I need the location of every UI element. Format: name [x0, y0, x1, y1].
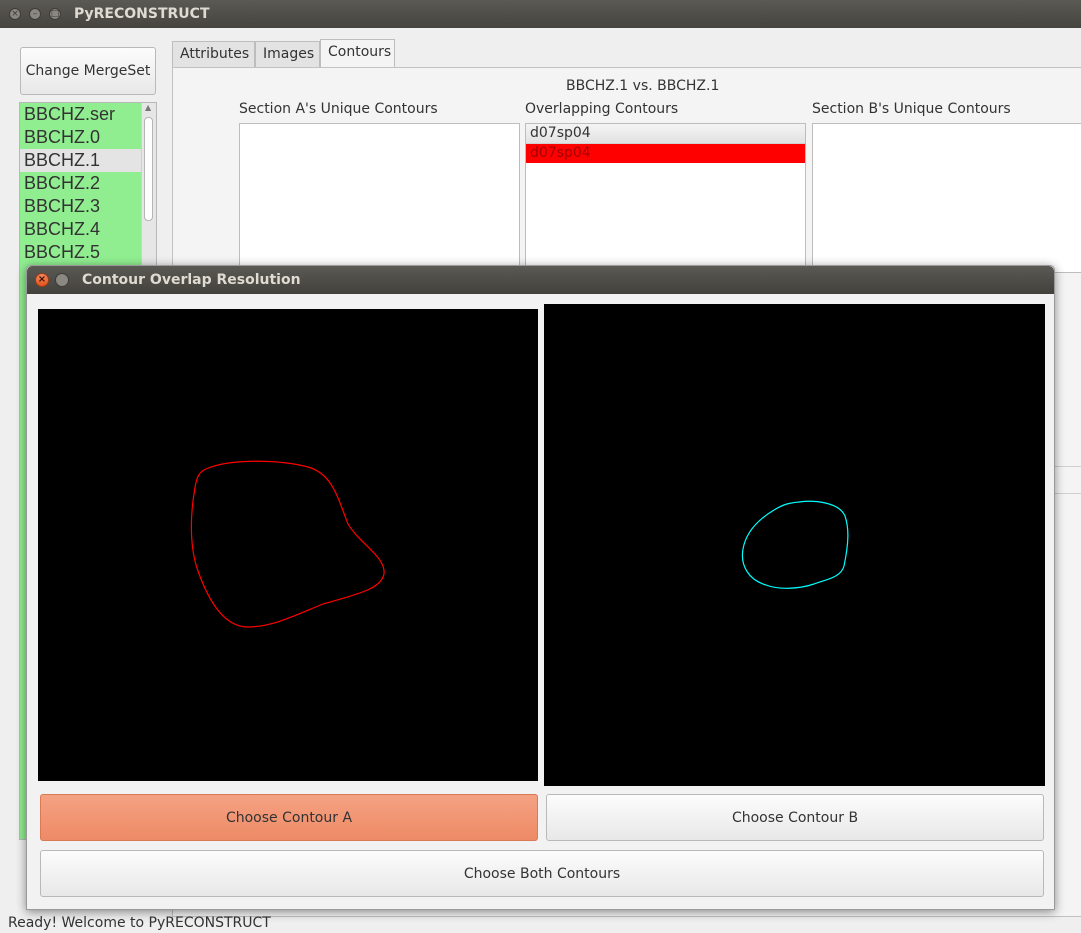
dialog-title: Contour Overlap Resolution	[82, 272, 301, 288]
change-mergeset-button[interactable]: Change MergeSet	[20, 47, 156, 95]
contour-a-drawing	[190, 460, 385, 628]
dialog-titlebar: × Contour Overlap Resolution	[27, 266, 1054, 294]
contour-b-canvas[interactable]	[544, 304, 1045, 786]
window-minimize-icon[interactable]: –	[29, 8, 41, 20]
section-item-selected[interactable]: BBCHZ.1	[20, 149, 142, 172]
divider	[1053, 466, 1081, 467]
section-item[interactable]: BBCHZ.5	[20, 241, 142, 264]
status-bar: Ready! Welcome to PyRECONSTRUCT	[8, 915, 271, 931]
contour-b-drawing	[741, 500, 849, 589]
dialog-minimize-icon[interactable]	[55, 273, 69, 287]
list-item[interactable]: d07sp04	[526, 124, 805, 144]
section-item[interactable]: BBCHZ.ser	[20, 103, 142, 126]
overlapping-contours-list[interactable]: d07sp04 d07sp04	[525, 123, 806, 273]
window-maximize-icon[interactable]: □	[49, 8, 61, 20]
scroll-up-icon[interactable]: ▲	[145, 103, 151, 112]
choose-contour-a-button[interactable]: Choose Contour A	[40, 794, 538, 841]
comparison-title: BBCHZ.1 vs. BBCHZ.1	[566, 78, 720, 94]
dialog-close-icon[interactable]: ×	[35, 273, 49, 287]
divider	[1053, 493, 1081, 494]
choose-contour-b-button[interactable]: Choose Contour B	[546, 794, 1044, 841]
column-b-label: Section B's Unique Contours	[812, 101, 1011, 117]
tab-contours[interactable]: Contours	[320, 39, 395, 69]
list-item-highlighted[interactable]: d07sp04	[526, 144, 805, 163]
column-overlap-label: Overlapping Contours	[525, 101, 679, 117]
section-b-contours-list[interactable]	[812, 123, 1081, 273]
section-item[interactable]: BBCHZ.0	[20, 126, 142, 149]
main-titlebar: × – □ PyRECONSTRUCT	[0, 0, 1081, 28]
scrollbar-thumb[interactable]	[144, 117, 153, 221]
section-item[interactable]: BBCHZ.4	[20, 218, 142, 241]
column-a-label: Section A's Unique Contours	[239, 101, 438, 117]
window-title: PyRECONSTRUCT	[74, 6, 210, 22]
contour-b-outline	[741, 500, 849, 589]
section-item[interactable]: BBCHZ.2	[20, 172, 142, 195]
section-a-contours-list[interactable]	[239, 123, 520, 273]
section-item[interactable]: BBCHZ.3	[20, 195, 142, 218]
contour-a-outline	[190, 460, 385, 628]
window-close-icon[interactable]: ×	[9, 8, 21, 20]
tab-images[interactable]: Images	[255, 41, 320, 68]
choose-both-contours-button[interactable]: Choose Both Contours	[40, 850, 1044, 897]
contour-a-canvas[interactable]	[38, 309, 538, 781]
contour-overlap-dialog: × Contour Overlap Resolution Choose Cont…	[26, 265, 1055, 910]
tab-attributes[interactable]: Attributes	[172, 41, 255, 68]
